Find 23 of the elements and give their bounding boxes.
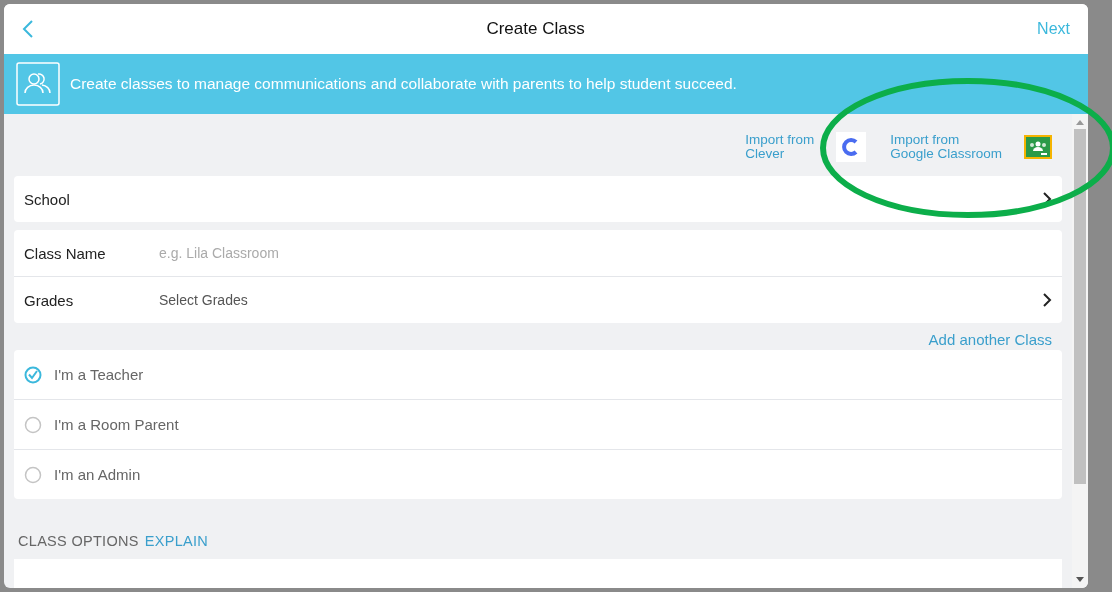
field-label: School (24, 190, 71, 208)
back-icon[interactable] (22, 19, 34, 39)
chevron-right-icon (1043, 293, 1052, 307)
scroll-thumb[interactable] (1074, 129, 1086, 484)
classroom-icon (1024, 135, 1052, 159)
window-title: Create Class (486, 19, 585, 39)
role-option[interactable]: I'm a Room Parent (14, 400, 1062, 450)
role-option[interactable]: I'm an Admin (14, 450, 1062, 499)
role-label: I'm a Room Parent (54, 416, 179, 433)
role-label: I'm an Admin (54, 466, 141, 483)
grades-select[interactable]: Select Grades (159, 292, 1043, 308)
letter-c-icon (836, 132, 867, 162)
banner-text: Create classes to manage communications and collaborate with parents to help student succeed. (70, 75, 737, 93)
role-option[interactable]: I'm a Teacher (14, 350, 1062, 400)
role-label: I'm a Teacher (54, 366, 144, 383)
section-heading: CLASS OPTIONS (18, 533, 139, 549)
people-icon (16, 62, 60, 106)
school-row[interactable]: School (14, 176, 1062, 222)
field-label: Class Name (24, 244, 107, 262)
scroll-down-icon[interactable] (1076, 577, 1084, 582)
field-label: Grades (24, 291, 75, 309)
scrollbar[interactable] (1072, 114, 1088, 588)
scroll-up-icon[interactable] (1076, 120, 1084, 125)
